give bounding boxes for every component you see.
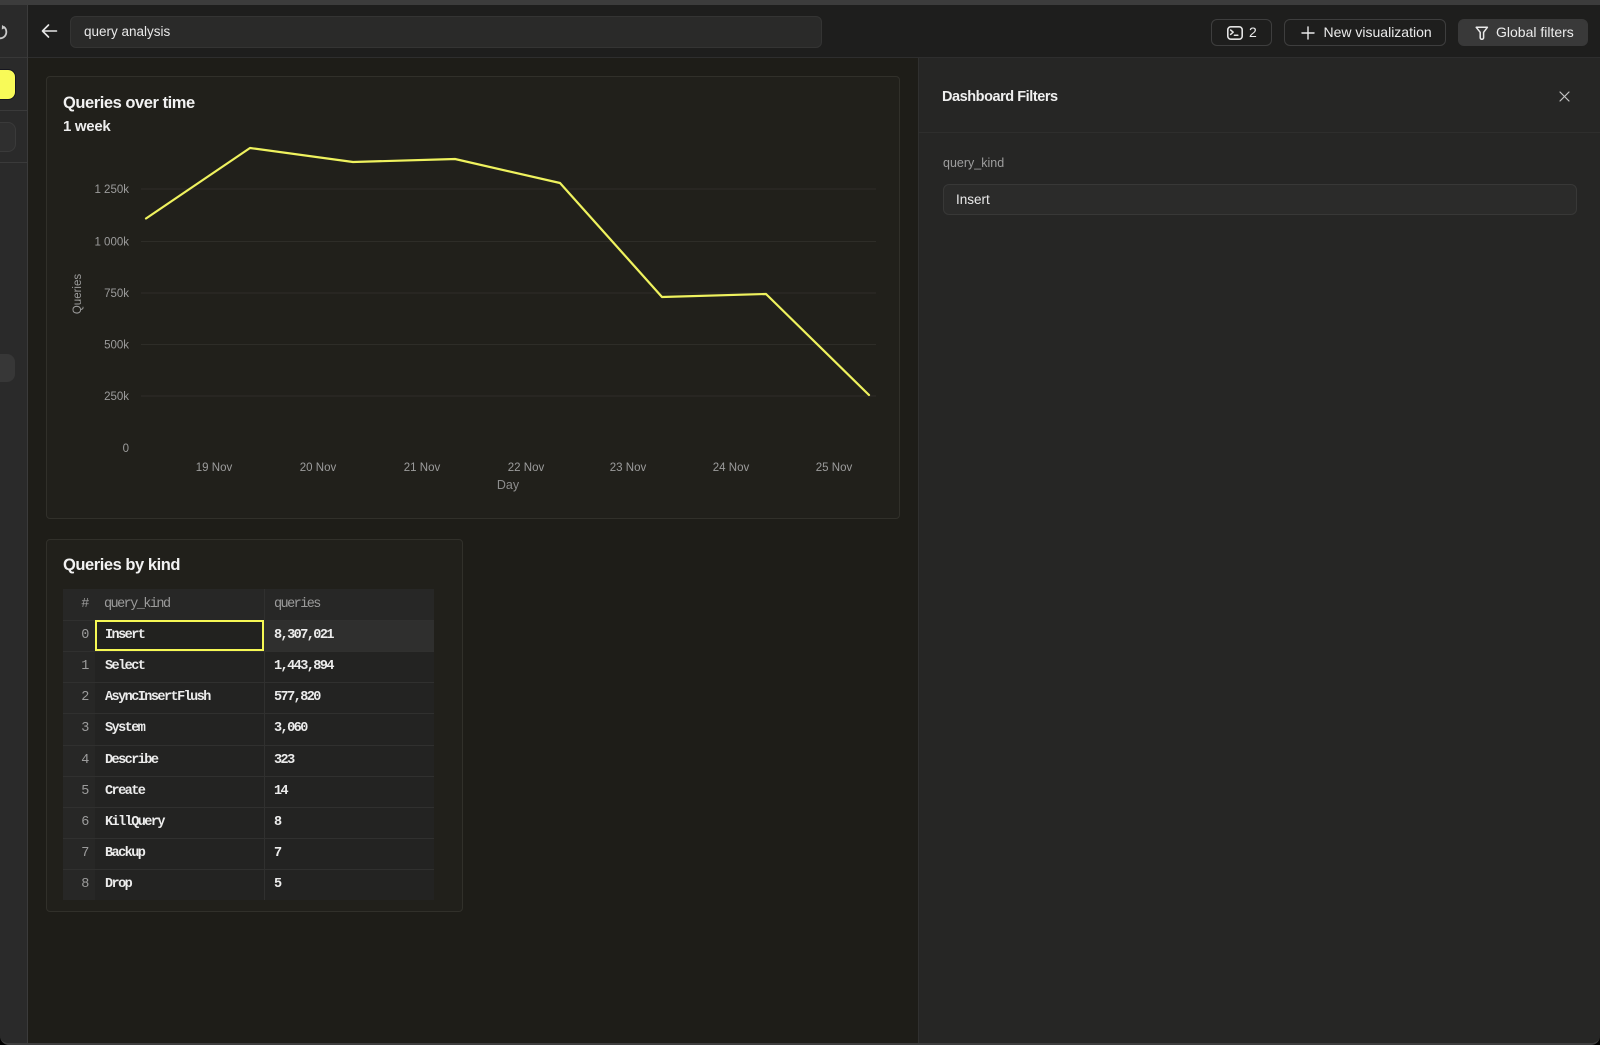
svg-text:250k: 250k: [104, 391, 129, 403]
svg-text:Day: Day: [497, 478, 520, 492]
svg-text:20 Nov: 20 Nov: [300, 462, 337, 474]
svg-text:24 Nov: 24 Nov: [713, 462, 750, 474]
svg-text:1 000k: 1 000k: [94, 237, 129, 249]
svg-text:Queries: Queries: [72, 274, 84, 315]
svg-text:21 Nov: 21 Nov: [404, 462, 441, 474]
svg-text:23 Nov: 23 Nov: [610, 462, 647, 474]
svg-text:1 250k: 1 250k: [94, 184, 129, 196]
svg-text:22 Nov: 22 Nov: [508, 462, 545, 474]
svg-text:25 Nov: 25 Nov: [816, 462, 853, 474]
svg-text:19 Nov: 19 Nov: [196, 462, 233, 474]
svg-text:500k: 500k: [104, 340, 129, 352]
svg-text:750k: 750k: [104, 288, 129, 300]
svg-text:0: 0: [123, 443, 129, 455]
